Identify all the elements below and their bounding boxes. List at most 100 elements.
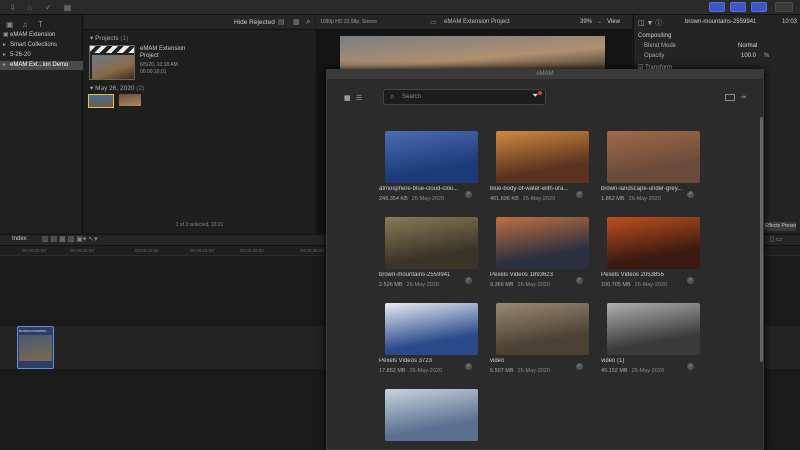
clip-thumbnail[interactable] (88, 94, 114, 108)
asset-name: blue-body-of-water-with-ora... (490, 186, 569, 192)
asset-name: Pexels Videos 2053855 (601, 272, 664, 278)
check-icon[interactable]: ✓ (687, 363, 694, 370)
blend-mode-popup[interactable]: Normal (738, 42, 757, 51)
folder-icon[interactable] (725, 94, 735, 101)
zoom-popup[interactable]: 39% (580, 19, 592, 25)
asset-tile[interactable] (379, 389, 490, 450)
ruler-tick: 00:00:20:00 (240, 248, 264, 253)
asset-date: 26-May-2020 (411, 196, 445, 202)
view-popup[interactable]: View (607, 19, 620, 25)
check-icon[interactable]: ✓ (687, 191, 694, 198)
library-icon[interactable]: ▦ (63, 3, 72, 12)
check-icon[interactable]: ✓ (576, 191, 583, 198)
emam-scrollbar[interactable] (760, 117, 763, 362)
asset-tile[interactable]: brown-landscape-under-grey... 1.862 MB 26-… (601, 131, 712, 209)
library-item-label: eMAM Ext...ion Demo (10, 62, 69, 68)
list-view-icon[interactable]: ☰ (356, 94, 362, 102)
asset-thumbnail[interactable] (385, 303, 478, 355)
asset-size: 6.507 MB (490, 368, 514, 374)
check-icon[interactable]: ✓ (44, 3, 53, 12)
filter-popup[interactable]: Hide Rejected (234, 19, 275, 26)
asset-date: 26-May-2020 (628, 196, 661, 202)
opacity-label: Opacity (644, 53, 665, 59)
download-icon[interactable]: ⇩ (8, 3, 17, 12)
viewer-project-title: eMAM Extension Project (444, 19, 510, 25)
disclosure-icon: ▸ (3, 42, 7, 48)
library-item-label: eMAM Extension (10, 32, 56, 38)
projects-header[interactable]: ▾ Projects (1) (90, 34, 128, 42)
asset-thumbnail[interactable] (385, 131, 478, 183)
check-icon[interactable]: ✓ (687, 277, 694, 284)
emam-title: eMAM (326, 69, 764, 79)
asset-tile[interactable]: video 6.507 MB 26-May-2020 ✓ (490, 303, 601, 381)
ruler-tick: 00:00:15:00 (190, 248, 214, 253)
check-icon[interactable]: ✓ (576, 277, 583, 284)
check-icon[interactable]: ✓ (465, 191, 472, 198)
asset-thumbnail[interactable] (607, 131, 700, 183)
key-icon[interactable]: ⌂ (25, 3, 34, 12)
ruler-tick: 00:00:10:00 (135, 248, 159, 253)
asset-thumbnail[interactable] (496, 131, 589, 183)
app-window: ⇩ ⌂ ✓ ▦ ▣ ♫ T ▣eMAM Extension ▸ Smart Col… (0, 0, 800, 450)
filmstrip-icon[interactable]: ▤ (278, 18, 285, 26)
search-input[interactable]: ⌕ Search (383, 89, 546, 105)
top-toolbar: ⇩ ⌂ ✓ ▦ (0, 0, 800, 15)
compositing-section[interactable]: Compositing (638, 32, 798, 41)
project-thumbnail[interactable] (89, 45, 135, 80)
clip-thumbnail[interactable] (119, 94, 141, 106)
asset-thumbnail[interactable] (607, 303, 700, 355)
asset-date: 26-May-2020 (631, 368, 665, 374)
search-icon[interactable]: ⌕ (306, 17, 310, 27)
check-icon[interactable]: ✓ (465, 363, 472, 370)
save-effects-preset-button[interactable]: Save Effects Preset (764, 222, 796, 231)
asset-size: 248.354 KB (379, 196, 408, 202)
asset-thumbnail[interactable] (385, 217, 478, 269)
asset-tile[interactable]: Pexels Videos 3723 17.852 MB 26-May-2020 ✓ (379, 303, 490, 381)
timeline-clip[interactable]: brown-mountai... (17, 326, 54, 369)
asset-meta: 6.507 MB 26-May-2020 (490, 368, 550, 374)
inspector-toggle-button[interactable] (751, 2, 767, 12)
asset-meta: 49.152 MB 26-May-2020 (601, 368, 664, 374)
asset-date: 26-May-2020 (634, 282, 668, 288)
disclosure-icon: ▸ (3, 52, 7, 58)
asset-size: 17.852 MB (379, 368, 406, 374)
libraries-icon[interactable]: ▣ (6, 20, 14, 29)
check-icon[interactable]: ✓ (465, 277, 472, 284)
timeline-toggle-button[interactable] (730, 2, 746, 12)
library-item-event-5-26-20[interactable]: ▸ 5-26-20 (0, 51, 83, 60)
search-icon: ⌕ (390, 92, 395, 101)
library-item-smart-collections[interactable]: ▸ Smart Collections (0, 41, 83, 50)
asset-tile[interactable]: blue-body-of-water-with-ora... 401.696 KB… (490, 131, 601, 209)
edit-tools-icon[interactable]: ▥ ▤ ▦ ▧ ▣▾ ↖▾ (42, 235, 98, 243)
chevron-down-icon: ⌄ (597, 19, 603, 25)
timeline-view-icon[interactable]: ▯ ▭ (770, 235, 782, 243)
index-button[interactable]: Index (12, 236, 27, 242)
ruler-tick: 00:00:05:00 (70, 248, 94, 253)
inspector-time: 10:03 (782, 19, 798, 25)
library-item-emam-demo[interactable]: ▸ eMAM Ext...ion Demo (0, 61, 83, 70)
photos-icon[interactable]: ♫ (22, 20, 28, 29)
format-label: 1080p HD 23.98p, Stereo (320, 19, 377, 25)
titles-icon[interactable]: T (38, 20, 43, 29)
asset-tile[interactable]: Pexels Videos 1893623 9.366 MB 26-May-2020… (490, 217, 601, 295)
asset-tile[interactable]: Pexels Videos 2053855 100.705 MB 26-May-20… (601, 217, 712, 295)
library-item-emam-extension[interactable]: ▣eMAM Extension (0, 31, 83, 40)
grid-icon[interactable]: ▦ (293, 18, 300, 26)
clip-filmstrip (19, 335, 52, 361)
share-button[interactable] (775, 2, 793, 12)
asset-tile[interactable]: brown-mountains-2559941 2.526 MB 26-May-20… (379, 217, 490, 295)
date-header[interactable]: ▾ May 26, 2020 (2) (90, 84, 144, 92)
viewer-image (340, 36, 605, 70)
asset-thumbnail[interactable] (385, 389, 478, 441)
asset-tile[interactable]: atmosphere-blue-cloud-clou... 248.354 KB 2… (379, 131, 490, 209)
asset-tile[interactable]: video (1) 49.152 MB 26-May-2020 ✓ (601, 303, 712, 381)
asset-thumbnail[interactable] (496, 303, 589, 355)
asset-thumbnail[interactable] (496, 217, 589, 269)
opacity-value[interactable]: 100.0 (741, 52, 756, 61)
library-toggle-button[interactable] (709, 2, 725, 12)
grid-view-icon[interactable]: ▦ (344, 94, 351, 102)
asset-thumbnail[interactable] (607, 217, 700, 269)
check-icon[interactable]: ✓ (576, 363, 583, 370)
logout-icon[interactable]: ⇥ (740, 93, 746, 101)
inspector-tabs[interactable]: ◫ ▼ ⓘ (638, 18, 662, 28)
